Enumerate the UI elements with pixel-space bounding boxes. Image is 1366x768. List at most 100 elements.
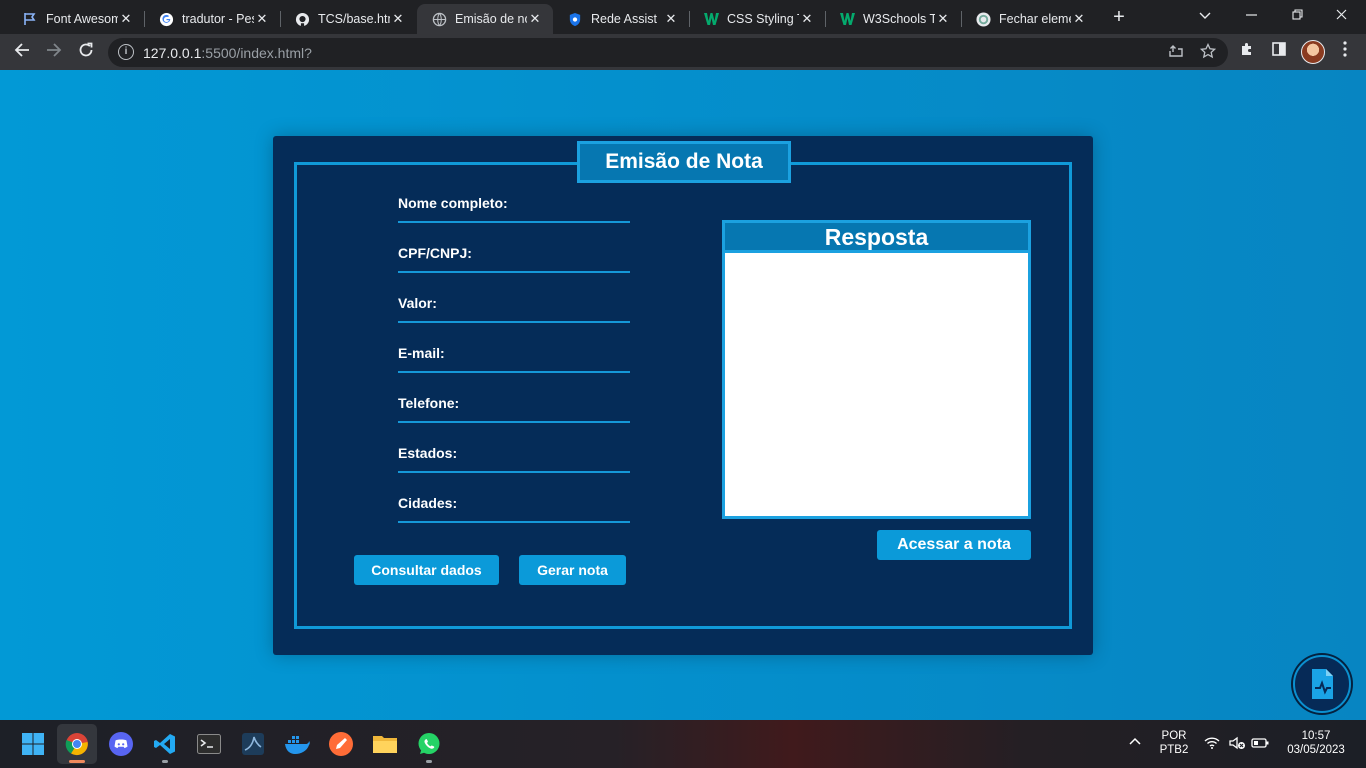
windows-taskbar: POR PTB2 10:57 03/05/2023 xyxy=(0,720,1366,768)
start-button[interactable] xyxy=(13,724,53,764)
close-icon[interactable]: ✕ xyxy=(1071,11,1087,27)
google-icon xyxy=(158,11,174,27)
cidades-field[interactable]: Cidades: xyxy=(398,495,630,523)
restore-icon[interactable] xyxy=(1282,4,1312,28)
document-pulse-icon xyxy=(1312,669,1333,699)
bookmark-star-icon[interactable] xyxy=(1198,42,1218,63)
tab-emisao-de-nota[interactable]: Emisão de nota ✕ xyxy=(417,4,553,34)
folder-icon xyxy=(373,736,397,753)
chrome-icon xyxy=(65,733,88,756)
docker-icon xyxy=(285,736,310,754)
new-tab-button[interactable]: + xyxy=(1108,6,1130,28)
back-arrow-icon[interactable] xyxy=(10,40,34,64)
tab-css-styling-tables[interactable]: CSS Styling Tables ✕ xyxy=(689,4,825,34)
share-icon[interactable] xyxy=(1166,43,1186,63)
close-icon[interactable]: ✕ xyxy=(935,11,951,27)
url-host: 127.0.0.1 xyxy=(143,45,202,61)
taskbar-mysql-workbench[interactable] xyxy=(233,724,273,764)
browser-toolbar: i 127.0.0.1:5500/index.html? xyxy=(0,34,1366,70)
taskbar-terminal[interactable] xyxy=(189,724,229,764)
taskbar-whatsapp[interactable] xyxy=(409,724,449,764)
estados-field[interactable]: Estados: xyxy=(398,445,630,473)
response-title: Resposta xyxy=(725,223,1028,253)
reload-icon[interactable] xyxy=(74,40,98,64)
extensions-puzzle-icon[interactable] xyxy=(1236,41,1258,63)
cpf-cnpj-field[interactable]: CPF/CNPJ: xyxy=(398,245,630,273)
close-icon[interactable]: ✕ xyxy=(799,11,815,27)
forward-arrow-icon[interactable] xyxy=(42,40,66,64)
acessar-nota-button[interactable]: Acessar a nota xyxy=(877,530,1031,560)
url-path: :5500/index.html? xyxy=(201,45,312,61)
vscode-icon xyxy=(154,734,175,754)
discord-icon xyxy=(109,732,133,756)
valor-field[interactable]: Valor: xyxy=(398,295,630,323)
field-label: Valor: xyxy=(398,295,437,311)
running-indicator xyxy=(426,760,432,763)
close-icon[interactable]: ✕ xyxy=(254,11,270,27)
response-panel: Resposta xyxy=(722,220,1031,519)
tab-w3schools-tryit[interactable]: W3Schools Tryit Editor ✕ xyxy=(825,4,961,34)
url-text[interactable]: 127.0.0.1:5500/index.html? xyxy=(143,45,312,61)
close-icon[interactable]: ✕ xyxy=(390,11,406,27)
field-label: Nome completo: xyxy=(398,195,508,211)
field-label: E-mail: xyxy=(398,345,445,361)
profile-avatar[interactable] xyxy=(1301,40,1325,64)
field-label: Estados: xyxy=(398,445,458,461)
taskbar-postman[interactable] xyxy=(321,724,361,764)
taskbar-vscode[interactable] xyxy=(145,724,185,764)
close-icon[interactable]: ✕ xyxy=(118,11,134,27)
consultar-dados-button[interactable]: Consultar dados xyxy=(354,555,499,585)
input-language[interactable]: POR PTB2 xyxy=(1156,730,1192,756)
floating-action-button[interactable] xyxy=(1293,655,1351,713)
telefone-field[interactable]: Telefone: xyxy=(398,395,630,423)
w3schools-icon xyxy=(839,11,855,27)
taskbar-discord[interactable] xyxy=(101,724,141,764)
field-label: Telefone: xyxy=(398,395,460,411)
minimize-icon[interactable] xyxy=(1236,4,1266,28)
volume-muted-icon[interactable] xyxy=(1228,736,1246,753)
nome-completo-field[interactable]: Nome completo: xyxy=(398,195,630,223)
flag-icon xyxy=(22,11,38,27)
invoice-card: Nome completo: CPF/CNPJ: Valor: E-mail: … xyxy=(273,136,1093,655)
close-icon[interactable]: ✕ xyxy=(527,11,543,27)
tray-chevron-up-icon[interactable] xyxy=(1127,736,1143,748)
tab-search-chevron-icon[interactable] xyxy=(1190,4,1220,28)
clock[interactable]: 10:57 03/05/2023 xyxy=(1278,730,1354,756)
tab-rede-assist[interactable]: Rede Assist ✕ xyxy=(553,4,689,34)
windows-logo-icon xyxy=(22,733,44,755)
battery-icon[interactable] xyxy=(1251,737,1269,752)
w3schools-icon xyxy=(703,11,719,27)
tab-fechar-elemento[interactable]: Fechar elemento ✕ xyxy=(961,4,1097,34)
info-icon[interactable]: i xyxy=(118,44,134,60)
field-label: CPF/CNPJ: xyxy=(398,245,472,261)
close-window-icon[interactable] xyxy=(1326,4,1356,28)
tab-title: Emisão de nota xyxy=(455,12,527,26)
taskbar-file-explorer[interactable] xyxy=(365,724,405,764)
running-indicator xyxy=(69,760,85,763)
email-field[interactable]: E-mail: xyxy=(398,345,630,373)
taskbar-docker[interactable] xyxy=(277,724,317,764)
tab-title: Rede Assist xyxy=(591,12,658,26)
field-label: Cidades: xyxy=(398,495,458,511)
taskbar-chrome[interactable] xyxy=(57,724,97,764)
form-frame: Nome completo: CPF/CNPJ: Valor: E-mail: … xyxy=(294,162,1072,629)
gerar-nota-button[interactable]: Gerar nota xyxy=(519,555,626,585)
postman-icon xyxy=(329,732,353,756)
running-indicator xyxy=(162,760,168,763)
tab-font-awesome[interactable]: Font Awesome ✕ xyxy=(8,4,144,34)
tab-tradutor[interactable]: tradutor - Pesquisa Google ✕ xyxy=(144,4,280,34)
tab-strip: Font Awesome ✕ tradutor - Pesquisa Googl… xyxy=(0,0,1366,34)
kebab-menu-icon[interactable] xyxy=(1334,41,1356,63)
address-bar[interactable]: i 127.0.0.1:5500/index.html? xyxy=(108,38,1228,67)
tab-title: TCS/base.html xyxy=(318,12,390,26)
chatgpt-icon xyxy=(975,11,991,27)
page-title: Emisão de Nota xyxy=(577,141,791,183)
close-icon[interactable]: ✕ xyxy=(663,11,679,27)
shield-icon xyxy=(567,11,583,27)
clock-time: 10:57 xyxy=(1301,730,1331,742)
tab-title: W3Schools Tryit Editor xyxy=(863,12,935,26)
side-panel-icon[interactable] xyxy=(1268,41,1290,63)
wifi-icon[interactable] xyxy=(1203,737,1221,752)
tab-title: CSS Styling Tables xyxy=(727,12,799,26)
tab-github[interactable]: TCS/base.html ✕ xyxy=(280,4,416,34)
